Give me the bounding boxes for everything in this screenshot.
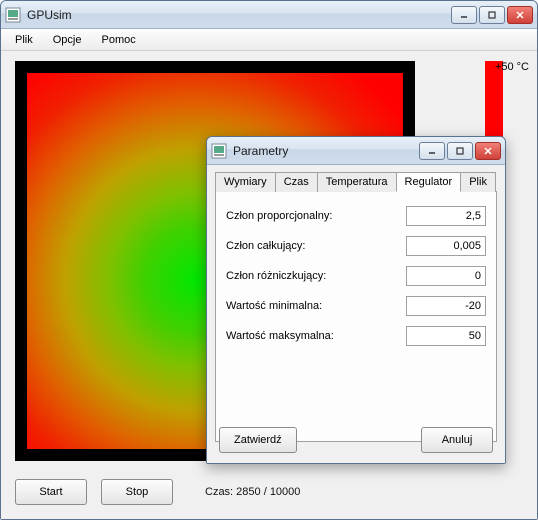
dialog-icon [211,143,227,159]
param-window-controls [419,142,501,160]
input-kd[interactable] [406,266,486,286]
param-close-button[interactable] [475,142,501,160]
temperature-max-label: +50 °C [495,61,529,73]
param-client: Wymiary Czas Temperatura Regulator Plik … [207,165,505,463]
minimize-button[interactable] [451,6,477,24]
label-ki: Człon całkujący: [226,240,406,252]
row-kd: Człon różniczkujący: [226,266,486,286]
menu-help[interactable]: Pomoc [93,32,143,48]
row-max: Wartość maksymalna: [226,326,486,346]
input-kp[interactable] [406,206,486,226]
tab-temperature[interactable]: Temperatura [317,172,397,192]
param-minimize-button[interactable] [419,142,445,160]
cancel-button[interactable]: Anuluj [421,427,493,453]
label-kd: Człon różniczkujący: [226,270,406,282]
tabs: Wymiary Czas Temperatura Regulator Plik [215,171,497,192]
bottom-row: Start Stop Czas: 2850 / 10000 [15,479,300,505]
tab-time[interactable]: Czas [275,172,318,192]
status-text: Czas: 2850 / 10000 [205,486,300,498]
menu-options[interactable]: Opcje [45,32,90,48]
param-titlebar[interactable]: Parametry [207,137,505,165]
main-titlebar[interactable]: GPUsim [1,1,537,29]
main-window-controls [451,6,533,24]
tab-regulator[interactable]: Regulator [396,172,462,192]
param-maximize-button[interactable] [447,142,473,160]
dialog-buttons: Zatwierdź Anuluj [219,427,493,453]
input-max[interactable] [406,326,486,346]
ok-button[interactable]: Zatwierdź [219,427,297,453]
main-menubar: Plik Opcje Pomoc [1,29,537,51]
label-min: Wartość minimalna: [226,300,406,312]
param-title: Parametry [233,144,419,158]
start-button[interactable]: Start [15,479,87,505]
main-title: GPUsim [27,8,451,22]
tab-file[interactable]: Plik [460,172,496,192]
label-max: Wartość maksymalna: [226,330,406,342]
menu-file[interactable]: Plik [7,32,41,48]
input-min[interactable] [406,296,486,316]
maximize-button[interactable] [479,6,505,24]
row-ki: Człon całkujący: [226,236,486,256]
label-kp: Człon proporcjonalny: [226,210,406,222]
stop-button[interactable]: Stop [101,479,173,505]
input-ki[interactable] [406,236,486,256]
param-window: Parametry Wymiary Czas Temperatura Regul… [206,136,506,464]
row-min: Wartość minimalna: [226,296,486,316]
tab-dimensions[interactable]: Wymiary [215,172,276,192]
row-kp: Człon proporcjonalny: [226,206,486,226]
tab-panel-regulator: Człon proporcjonalny: Człon całkujący: C… [215,192,497,442]
app-icon [5,7,21,23]
close-button[interactable] [507,6,533,24]
